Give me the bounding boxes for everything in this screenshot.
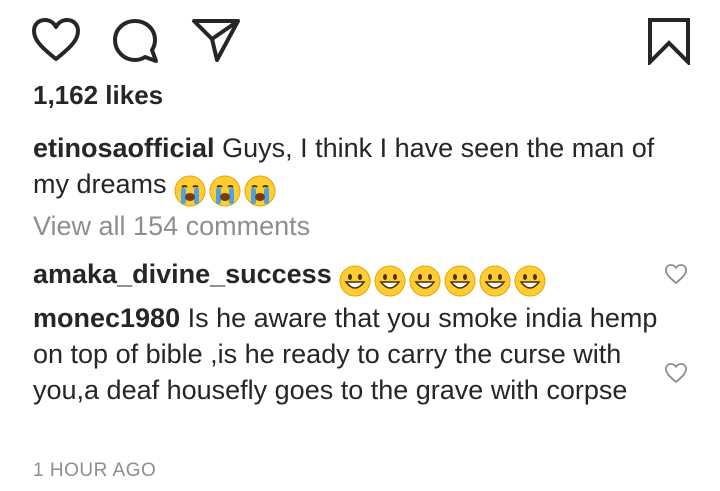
comment-icon[interactable] bbox=[111, 17, 161, 65]
comment-item: amaka_divine_success bbox=[33, 256, 673, 297]
grinning-face-emoji bbox=[444, 265, 476, 297]
grinning-face-emoji bbox=[339, 265, 371, 297]
comment-emojis bbox=[339, 261, 549, 297]
crying-face-emoji bbox=[174, 175, 206, 207]
crying-face-emoji bbox=[244, 175, 276, 207]
caption-username[interactable]: etinosaofficial bbox=[33, 133, 215, 163]
crying-face-emoji bbox=[209, 175, 241, 207]
grinning-face-emoji bbox=[479, 265, 511, 297]
bookmark-icon[interactable] bbox=[646, 17, 692, 65]
grinning-face-emoji bbox=[514, 265, 546, 297]
likes-count[interactable]: 1,162 likes bbox=[33, 80, 163, 111]
heart-icon[interactable] bbox=[31, 17, 81, 63]
comment-username[interactable]: amaka_divine_success bbox=[33, 259, 332, 289]
post-caption: etinosaofficial Guys, I think I have see… bbox=[33, 130, 673, 207]
view-all-comments-link[interactable]: View all 154 comments bbox=[33, 211, 310, 242]
grinning-face-emoji bbox=[374, 265, 406, 297]
comment-username[interactable]: monec1980 bbox=[33, 303, 180, 333]
share-icon[interactable] bbox=[190, 17, 242, 63]
comment-item: monec1980 Is he aware that you smoke ind… bbox=[33, 300, 658, 408]
like-comment-heart-icon[interactable] bbox=[664, 263, 688, 290]
like-comment-heart-icon[interactable] bbox=[664, 362, 688, 389]
caption-emojis bbox=[174, 171, 279, 207]
post-timestamp: 1 HOUR AGO bbox=[33, 460, 157, 481]
grinning-face-emoji bbox=[409, 265, 441, 297]
